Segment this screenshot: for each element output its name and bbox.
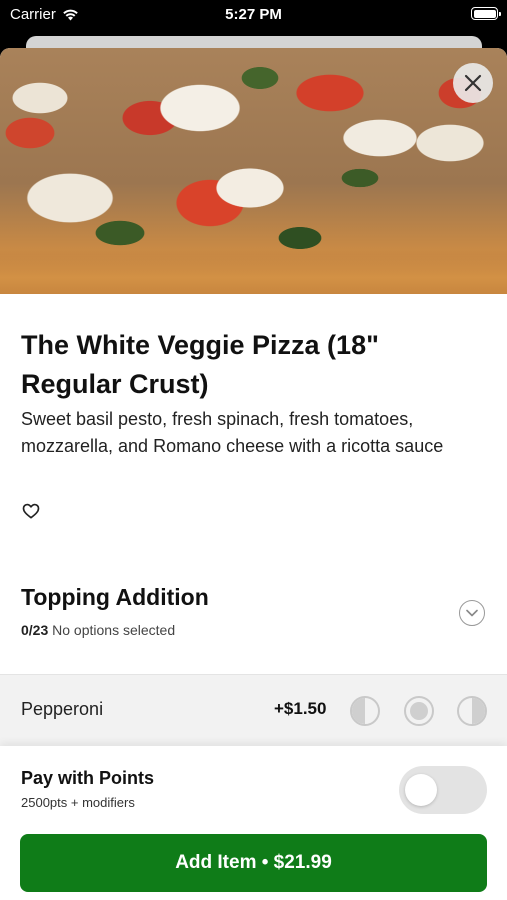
whole-icon[interactable] xyxy=(404,696,434,726)
topping-section-status: 0/23 No options selected xyxy=(21,622,175,638)
option-price: +$1.50 xyxy=(274,699,327,718)
status-bar: Carrier 5:27 PM xyxy=(0,0,507,30)
close-button[interactable] xyxy=(453,63,493,103)
favorite-button[interactable] xyxy=(21,501,41,521)
item-title: The White Veggie Pizza (18" Regular Crus… xyxy=(21,330,379,399)
pay-with-points-toggle[interactable] xyxy=(399,766,487,814)
option-name: Pepperoni xyxy=(21,699,104,719)
topping-section-toggle[interactable] xyxy=(459,600,485,626)
heart-outline-icon xyxy=(22,503,40,519)
checkout-footer: Pay with Points 2500pts + modifiers Add … xyxy=(0,746,507,900)
pay-with-points-label: Pay with Points xyxy=(21,768,155,788)
left-half-icon[interactable] xyxy=(350,696,380,726)
pay-with-points-subtitle: 2500pts + modifiers xyxy=(21,795,135,810)
topping-status-text: No options selected xyxy=(52,622,176,638)
topping-count: 0/23 xyxy=(21,622,49,638)
pizza-photo xyxy=(0,48,507,294)
chevron-down-icon xyxy=(466,609,478,617)
toggle-knob xyxy=(405,774,437,806)
close-icon xyxy=(464,74,482,92)
topping-section-title: Topping Addition xyxy=(21,584,209,610)
item-detail-sheet: The White Veggie Pizza (18" Regular Crus… xyxy=(0,48,507,900)
clock: 5:27 PM xyxy=(225,6,282,23)
item-description: Sweet basil pesto, fresh spinach, fresh … xyxy=(21,409,444,456)
topping-option-row: Pepperoni +$1.50 xyxy=(0,674,507,746)
add-item-button[interactable]: Add Item • $21.99 xyxy=(20,834,487,892)
battery-icon xyxy=(471,7,501,20)
right-half-icon[interactable] xyxy=(457,696,487,726)
